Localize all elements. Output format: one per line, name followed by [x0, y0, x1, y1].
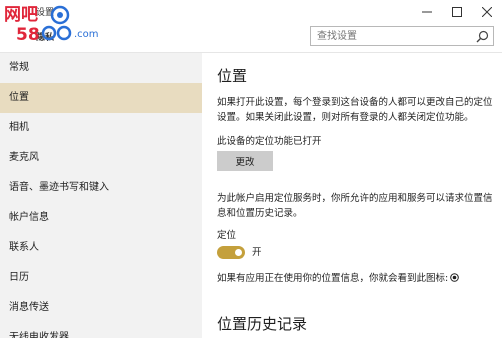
location-indicator-icon [450, 273, 460, 282]
location-indicator-text: 如果有应用正在使用你的位置信息，你就会看到此图标: [217, 273, 449, 284]
sidebar-item-radios[interactable]: 无线电收发器 [0, 323, 202, 338]
change-button[interactable]: 更改 [217, 151, 273, 171]
window-controls [412, 0, 502, 24]
account-location-description: 为此帐户启用定位服务时，你所允许的应用和服务可以请求位置信息和位置历史记录。 [217, 193, 493, 219]
settings-window: 设置 隐私 查找设置 网吧 58 .com 常规 位置 相机 麦克风 语音、墨迹… [0, 0, 502, 338]
location-history-heading: 位置历史记录 [217, 315, 308, 333]
search-input[interactable] [317, 27, 467, 45]
sidebar-item-messaging[interactable]: 消息传送 [0, 293, 202, 323]
location-description: 如果打开此设置，每个登录到这台设备的人都可以更改自己的定位设置。如果关闭此设置，… [217, 97, 493, 123]
sidebar-item-microphone[interactable]: 麦克风 [0, 143, 202, 173]
maximize-button[interactable] [442, 0, 472, 24]
sidebar: 常规 位置 相机 麦克风 语音、墨迹书写和键入 帐户信息 联系人 日历 消息传送… [0, 53, 202, 338]
maximize-icon [452, 7, 462, 17]
sidebar-item-speech-inking-typing[interactable]: 语音、墨迹书写和键入 [0, 173, 202, 203]
svg-text:58: 58 [16, 25, 40, 44]
minimize-icon [422, 11, 432, 13]
sidebar-item-location[interactable]: 位置 [0, 83, 202, 113]
minimize-button[interactable] [412, 0, 442, 24]
search-box[interactable] [310, 26, 494, 46]
svg-text:网吧: 网吧 [4, 5, 38, 25]
main-content: 位置 如果打开此设置，每个登录到这台设备的人都可以更改自己的定位设置。如果关闭此… [217, 53, 495, 338]
close-button[interactable] [472, 0, 502, 24]
sidebar-item-calendar[interactable]: 日历 [0, 263, 202, 293]
toggle-knob [235, 249, 242, 256]
close-icon [482, 7, 492, 17]
device-location-status: 此设备的定位功能已打开 [217, 136, 322, 147]
search-icon[interactable] [476, 30, 489, 43]
page-title: 位置 [217, 67, 248, 85]
sidebar-item-general[interactable]: 常规 [0, 53, 202, 83]
sidebar-item-contacts[interactable]: 联系人 [0, 233, 202, 263]
watermark-logo: 网吧 58 .com [4, 5, 99, 44]
location-toggle-label: 定位 [217, 230, 237, 241]
sidebar-item-camera[interactable]: 相机 [0, 113, 202, 143]
location-indicator-note: 如果有应用正在使用你的位置信息，你就会看到此图标: [217, 271, 460, 286]
toggle-state-label: 开 [252, 247, 262, 258]
location-toggle[interactable] [217, 246, 245, 259]
sidebar-item-account-info[interactable]: 帐户信息 [0, 203, 202, 233]
svg-text:.com: .com [74, 29, 99, 40]
